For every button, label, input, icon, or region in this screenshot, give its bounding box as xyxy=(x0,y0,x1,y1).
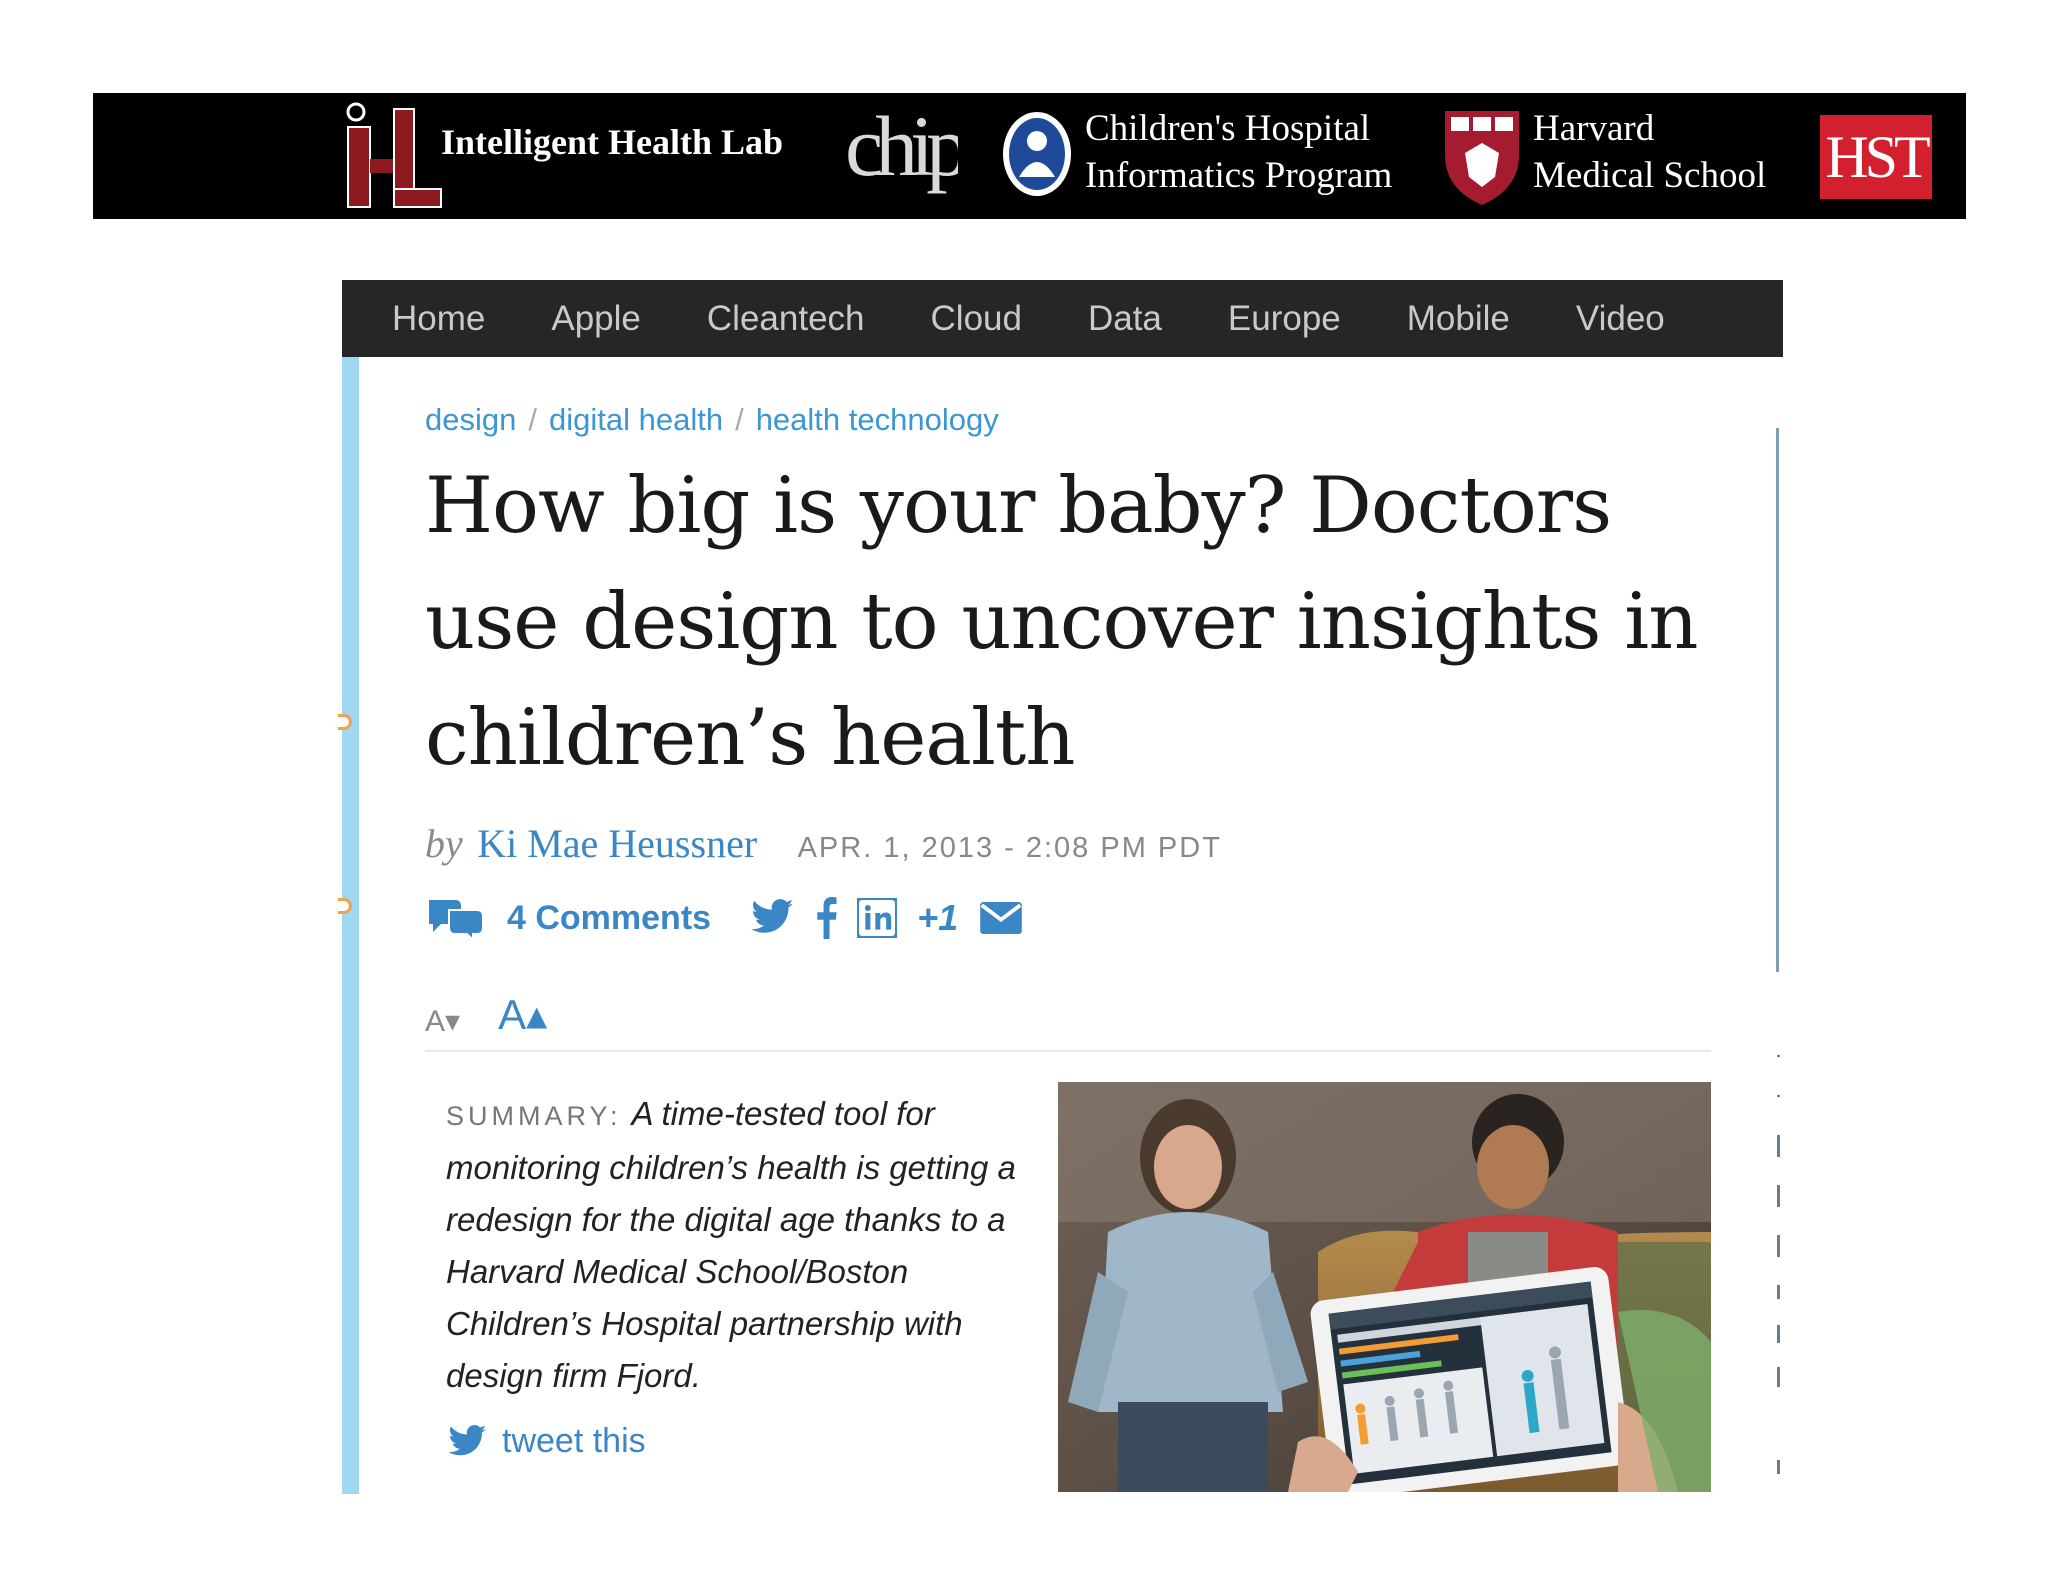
crumb-separator: / xyxy=(735,402,744,437)
chip-seal-icon xyxy=(1003,112,1071,196)
increase-font-button[interactable]: A▴ xyxy=(498,990,547,1039)
svg-text:chip: chip xyxy=(845,98,958,194)
google-plus-one-button[interactable]: +1 xyxy=(917,897,958,939)
twitter-icon[interactable] xyxy=(751,896,795,940)
article-title: How big is your baby? Doctors use design… xyxy=(425,461,1698,783)
nav-item-data[interactable]: Data xyxy=(1088,299,1162,339)
nav-item-home[interactable]: Home xyxy=(392,299,485,339)
crumb-separator: / xyxy=(528,402,537,437)
share-bar: 4 Comments +1 xyxy=(425,893,1042,943)
hms-name: Harvard Medical School xyxy=(1533,105,1766,199)
byline-prefix: by xyxy=(425,821,463,866)
email-icon[interactable] xyxy=(980,896,1022,940)
decrease-font-button[interactable]: A▾ xyxy=(425,1004,460,1039)
summary-text: A time-tested tool for monitoring childr… xyxy=(446,1095,1016,1394)
article-photo[interactable] xyxy=(1058,1082,1711,1492)
nav-item-mobile[interactable]: Mobile xyxy=(1407,299,1510,339)
chip-name-line1: Children's Hospital xyxy=(1085,108,1371,149)
publish-date: APR. 1, 2013 - 2:08 PM PDT xyxy=(797,832,1222,864)
byline: by Ki Mae Heussner APR. 1, 2013 - 2:08 P… xyxy=(425,820,1222,867)
chip-name-line2: Informatics Program xyxy=(1085,155,1393,196)
category-link-design[interactable]: design xyxy=(425,402,516,437)
comments-link[interactable]: 4 Comments xyxy=(507,899,711,938)
article-accent-bar xyxy=(342,357,359,1494)
chip-program-name: Children's Hospital Informatics Program xyxy=(1085,105,1392,199)
nav-item-europe[interactable]: Europe xyxy=(1228,299,1341,339)
tweet-this-label: tweet this xyxy=(502,1422,646,1460)
section-divider xyxy=(425,1050,1711,1052)
hst-logo: HST xyxy=(1820,115,1932,199)
font-size-controls: A▾ A▴ xyxy=(425,990,547,1039)
nav-item-apple[interactable]: Apple xyxy=(551,299,641,339)
nav-item-cleantech[interactable]: Cleantech xyxy=(707,299,865,339)
author-link[interactable]: Ki Mae Heussner xyxy=(477,821,757,866)
harvard-shield-icon xyxy=(1445,111,1519,205)
ihl-logo xyxy=(346,102,442,208)
hms-line2: Medical School xyxy=(1533,155,1767,196)
tweet-bird-icon xyxy=(448,1424,486,1455)
summary-label: SUMMARY: xyxy=(446,1101,622,1131)
nav-item-video[interactable]: Video xyxy=(1576,299,1665,339)
sidebar-rule xyxy=(1776,428,1779,972)
breadcrumb: design / digital health / health technology xyxy=(425,402,999,438)
category-link-digital-health[interactable]: digital health xyxy=(549,402,723,437)
site-nav: Home Apple Cleantech Cloud Data Europe M… xyxy=(342,280,1783,357)
comment-bubbles-icon[interactable] xyxy=(425,896,485,940)
ihl-logo-text: Intelligent Health Lab xyxy=(441,122,784,162)
facebook-icon[interactable] xyxy=(815,896,837,940)
partner-logo-banner: Intelligent Health Lab chip Children's H… xyxy=(93,93,1966,219)
tweet-this-link[interactable]: tweet this xyxy=(448,1422,646,1461)
hms-line1: Harvard xyxy=(1533,108,1655,149)
sidebar-edge-marks xyxy=(1777,1055,1783,1475)
linkedin-icon[interactable] xyxy=(857,896,898,940)
category-link-health-technology[interactable]: health technology xyxy=(756,402,999,437)
chip-logo: chip xyxy=(845,98,958,194)
nav-item-cloud[interactable]: Cloud xyxy=(931,299,1022,339)
article-summary: SUMMARY: A time-tested tool for monitorin… xyxy=(446,1088,1026,1402)
children-with-tablet-image xyxy=(1058,1082,1711,1492)
